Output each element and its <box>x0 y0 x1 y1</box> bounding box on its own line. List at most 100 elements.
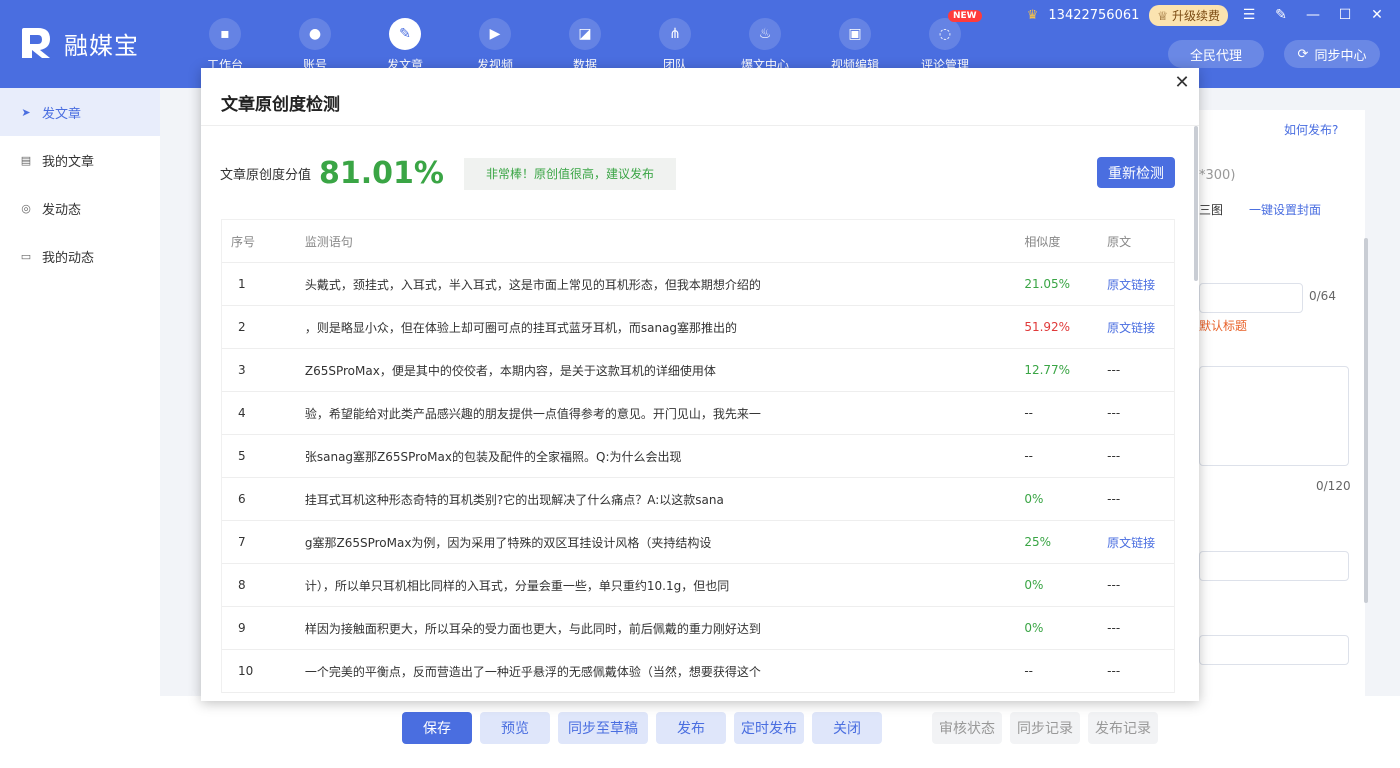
sidebar-item-0[interactable]: ➤ 发文章 <box>0 88 160 136</box>
sidebar-item-2[interactable]: ◎ 发动态 <box>0 184 160 232</box>
dialog-scrollbar[interactable] <box>1194 126 1198 281</box>
logo-icon <box>22 28 50 58</box>
row-index: 7 <box>238 535 246 549</box>
table-row: 2 ，则是略显小众，但在体验上却可圈可点的挂耳式蓝牙耳机，而sanag塞那推出的 5… <box>222 306 1174 349</box>
nav-item-4[interactable]: ◪ 数据 <box>540 18 630 73</box>
table-row: 5 张sanag塞那Z65SProMax的包装及配件的全家福照。Q:为什么会出现 -… <box>222 435 1174 478</box>
upgrade-button[interactable]: ♕ 升级续费 <box>1149 4 1228 26</box>
three-image-option[interactable]: 三图 <box>1199 201 1223 218</box>
cover-setting-link[interactable]: 一键设置封面 <box>1249 201 1321 218</box>
row-similarity: -- <box>1024 664 1033 678</box>
originality-score: 81.01% <box>319 156 444 191</box>
refresh-icon: ⟳ <box>1297 46 1309 62</box>
publish-button[interactable]: 发布 <box>656 712 726 744</box>
table-row: 8 计），所以单只耳机相比同样的入耳式，分量会重一些，单只重约10.1g，但也同 0… <box>222 564 1174 607</box>
video-icon: ▶ <box>479 18 511 50</box>
schedule-publish-button[interactable]: 定时发布 <box>734 712 804 744</box>
source-link[interactable]: 原文链接 <box>1107 319 1174 336</box>
row-sentence: Z65SProMax，便是其中的佼佼者，本期内容，是关于这款耳机的详细使用体 <box>304 363 716 378</box>
row-sentence: g塞那Z65SProMax为例，因为采用了特殊的双区耳挂设计风格（夹持结构设 <box>304 535 712 550</box>
field-input-2[interactable] <box>1199 635 1349 665</box>
publish-record-button[interactable]: 发布记录 <box>1088 712 1158 744</box>
nav-item-8[interactable]: ◌ NEW 评论管理 <box>900 10 990 73</box>
nav-item-5[interactable]: ⋔ 团队 <box>630 18 720 73</box>
save-button[interactable]: 保存 <box>402 712 472 744</box>
preview-button[interactable]: 预览 <box>480 712 550 744</box>
menu-icon[interactable]: ☰ <box>1238 7 1260 23</box>
briefcase-icon: ▣ <box>839 18 871 50</box>
row-similarity: 25% <box>1024 535 1051 549</box>
sidebar-item-3[interactable]: ▭ 我的动态 <box>0 232 160 280</box>
row-similarity: 51.92% <box>1024 320 1071 334</box>
recheck-button[interactable]: 重新检测 <box>1097 157 1175 188</box>
panel-scrollbar[interactable] <box>1364 238 1368 603</box>
sidebar-item-label: 我的文章 <box>42 154 95 170</box>
header-similarity: 相似度 <box>1024 234 1061 249</box>
row-source: --- <box>1107 492 1121 506</box>
sidebar-item-1[interactable]: ▤ 我的文章 <box>0 136 160 184</box>
sync-record-button[interactable]: 同步记录 <box>1010 712 1080 744</box>
agent-button[interactable]: 全民代理 <box>1168 40 1264 68</box>
nav-item-6[interactable]: ♨ 爆文中心 <box>720 18 810 73</box>
default-title-link[interactable]: 默认标题 <box>1199 317 1247 334</box>
row-index: 10 <box>238 664 254 678</box>
table-row: 1 头戴式，颈挂式，入耳式，半入耳式，这是市面上常见的耳机形态，但我本期想介绍的 2… <box>222 263 1174 306</box>
score-label: 文章原创度分值 <box>220 168 312 183</box>
how-to-publish-link[interactable]: 如何发布? <box>1284 121 1338 138</box>
source-link[interactable]: 原文链接 <box>1107 534 1174 551</box>
row-similarity: 21.05% <box>1024 277 1071 291</box>
agent-label: 全民代理 <box>1189 48 1242 64</box>
nav-item-2[interactable]: ✎ 发文章 <box>360 18 450 73</box>
row-sentence: 头戴式，颈挂式，入耳式，半入耳式，这是市面上常见的耳机形态，但我本期想介绍的 <box>304 277 761 292</box>
row-index: 5 <box>238 449 246 463</box>
close-button[interactable]: 关闭 <box>812 712 882 744</box>
team-icon: ⋔ <box>659 18 691 50</box>
summary-textarea[interactable] <box>1199 366 1349 466</box>
row-index: 2 <box>238 320 246 334</box>
row-sentence: ，则是略显小众，但在体验上却可圈可点的挂耳式蓝牙耳机，而sanag塞那推出的 <box>304 320 738 335</box>
title-input[interactable] <box>1199 283 1303 313</box>
user-phone[interactable]: 13422756061 <box>1048 8 1139 23</box>
edit-icon[interactable]: ✎ <box>1270 7 1292 23</box>
review-status-button[interactable]: 审核状态 <box>932 712 1002 744</box>
row-index: 8 <box>238 578 246 592</box>
sync-center-label: 同步中心 <box>1314 48 1367 64</box>
row-index: 6 <box>238 492 246 506</box>
originality-dialog: 文章原创度检测 ✕ 文章原创度分值 81.01% 非常棒！原创值很高，建议发布 … <box>201 68 1199 701</box>
table-row: 4 验，希望能给对此类产品感兴趣的朋友提供一点值得参考的意见。开门见山，我先来一 -… <box>222 392 1174 435</box>
nav-item-7[interactable]: ▣ 视频编辑 <box>810 18 900 73</box>
row-source: --- <box>1107 406 1121 420</box>
table-header: 序号 监测语句 相似度 原文 <box>222 220 1174 263</box>
row-index: 3 <box>238 363 246 377</box>
brand-logo[interactable]: 融媒宝 <box>18 24 139 62</box>
source-link[interactable]: 原文链接 <box>1107 276 1174 293</box>
circle-icon: ◎ <box>21 201 31 215</box>
nav-item-3[interactable]: ▶ 发视频 <box>450 18 540 73</box>
table-row: 9 样因为接触面积更大，所以耳朵的受力面也更大，与此同时，前后佩戴的重力刚好达到 0… <box>222 607 1174 650</box>
dialog-title: 文章原创度检测 <box>221 95 340 115</box>
action-bar: 保存 预览 同步至草稿 发布 定时发布 关闭 审核状态 同步记录 发布记录 <box>160 696 1400 768</box>
sync-center-button[interactable]: ⟳ 同步中心 <box>1284 40 1380 68</box>
dialog-header: 文章原创度检测 ✕ <box>201 68 1199 126</box>
monitor-icon: ▪ <box>209 18 241 50</box>
sync-draft-button[interactable]: 同步至草稿 <box>558 712 648 744</box>
row-sentence: 样因为接触面积更大，所以耳朵的受力面也更大，与此同时，前后佩戴的重力刚好达到 <box>304 621 761 636</box>
row-similarity: 0% <box>1024 492 1044 506</box>
close-icon[interactable]: ✕ <box>1171 72 1193 94</box>
sidebar-item-label: 我的动态 <box>42 250 95 266</box>
window-close-icon[interactable]: ✕ <box>1366 7 1388 23</box>
row-index: 4 <box>238 406 246 420</box>
summary-count: 0/120 <box>1316 479 1351 493</box>
field-input-1[interactable] <box>1199 551 1349 581</box>
chart-icon: ◪ <box>569 18 601 50</box>
nav-item-1[interactable]: ● 账号 <box>270 18 360 73</box>
score-row: 文章原创度分值 81.01% 非常棒！原创值很高，建议发布 <box>220 156 676 191</box>
row-sentence: 张sanag塞那Z65SProMax的包装及配件的全家福照。Q:为什么会出现 <box>304 449 682 464</box>
upgrade-label: 升级续费 <box>1171 8 1220 23</box>
crown-icon: ♕ <box>1157 8 1169 23</box>
minimize-icon[interactable]: — <box>1302 7 1324 23</box>
row-similarity: -- <box>1024 406 1033 420</box>
fire-icon: ♨ <box>749 18 781 50</box>
nav-item-0[interactable]: ▪ 工作台 <box>180 18 270 73</box>
maximize-icon[interactable]: ☐ <box>1334 7 1356 23</box>
